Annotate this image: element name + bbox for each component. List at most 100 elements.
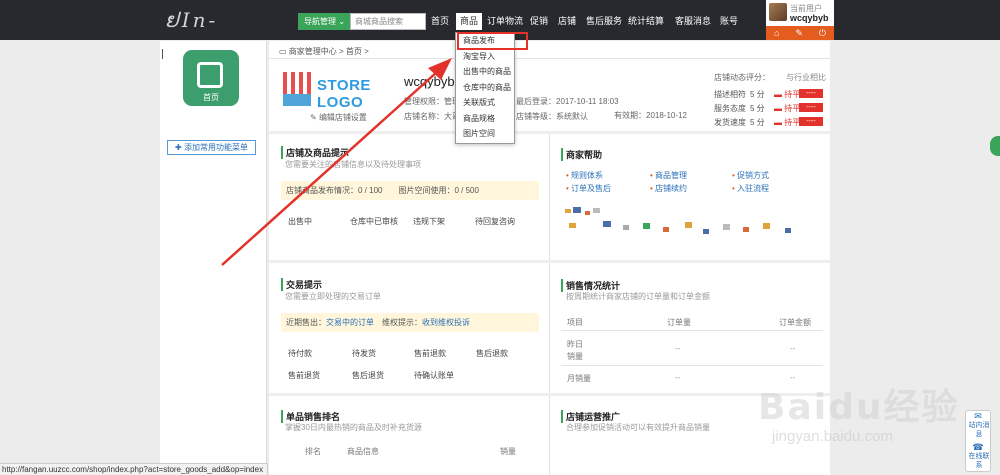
add-menu-label: 添加常用功能菜单 bbox=[183, 143, 248, 152]
table-cell: -- bbox=[675, 373, 681, 382]
rating-box: ---- bbox=[799, 117, 823, 126]
user-name[interactable]: wcqybyb bbox=[790, 13, 829, 23]
home-shortcut[interactable]: 首页 bbox=[183, 50, 239, 106]
help-link[interactable]: • 店铺续约 bbox=[650, 183, 687, 194]
dropdown-item-spec[interactable]: 商品规格 bbox=[456, 111, 514, 127]
complaints-link[interactable]: 收到维权投诉 bbox=[422, 318, 470, 327]
store-tips-title: 店铺及商品提示 bbox=[281, 146, 349, 159]
trade-item[interactable]: 售前退货 bbox=[288, 370, 320, 381]
menu-orders[interactable]: 订单物流 bbox=[487, 13, 523, 30]
breadcrumb-text[interactable]: 商家管理中心 > 首页 > bbox=[289, 47, 369, 56]
side-tab[interactable] bbox=[990, 136, 1000, 156]
highlight-box bbox=[457, 32, 528, 50]
status-item[interactable]: 仓库中已审核 bbox=[350, 216, 398, 227]
site-logo[interactable]: ຢIn- bbox=[165, 8, 218, 32]
trade-item[interactable]: 待付款 bbox=[288, 348, 312, 359]
site-message-link[interactable]: 站内消息 bbox=[966, 421, 992, 439]
dropdown-item-on-sale[interactable]: 出售中的商品 bbox=[456, 64, 514, 80]
rating-box: ---- bbox=[799, 89, 823, 98]
wrench-icon[interactable]: ✎ bbox=[795, 28, 803, 39]
message-icon: ✉ bbox=[974, 411, 982, 421]
menu-promotion[interactable]: 促销 bbox=[530, 13, 548, 30]
add-menu-button[interactable]: ✚ 添加常用功能菜单 bbox=[167, 140, 256, 155]
help-title: 商家帮助 bbox=[561, 148, 602, 161]
menu-account[interactable]: 账号 bbox=[720, 13, 738, 30]
menu-service[interactable]: 客服消息 bbox=[675, 13, 711, 30]
edit-store-link[interactable]: ✎ 编辑店铺设置 bbox=[310, 112, 367, 123]
help-link[interactable]: • 规则体系 bbox=[566, 170, 603, 181]
last-login: 最后登录：2017-10-11 18:03 bbox=[516, 97, 619, 106]
trade-item[interactable]: 待发货 bbox=[352, 348, 376, 359]
search-input[interactable]: 商城商品搜索 bbox=[350, 13, 426, 30]
status-item[interactable]: 待回复咨询 bbox=[475, 216, 515, 227]
rating-score: 5 分 bbox=[750, 104, 765, 113]
rating-label: 发货速度 bbox=[714, 118, 746, 127]
ratings-compare: 与行业相比 bbox=[786, 73, 826, 82]
store-icon bbox=[283, 72, 311, 106]
dropdown-item-image-space[interactable]: 图片空间 bbox=[456, 126, 514, 142]
column-divider bbox=[549, 263, 550, 393]
table-cell: 昨日销量 bbox=[567, 340, 583, 361]
menu-aftersale[interactable]: 售后服务 bbox=[586, 13, 622, 30]
help-link[interactable]: • 促销方式 bbox=[732, 170, 769, 181]
chat-icon: ☎ bbox=[972, 442, 984, 452]
store-grade: 店铺等级：系统默认 bbox=[516, 112, 588, 121]
rating-trend: ▬ 持平 bbox=[774, 104, 801, 113]
table-header: 销量 bbox=[500, 447, 516, 456]
trade-item[interactable]: 售后退货 bbox=[352, 370, 384, 381]
browser-status-bar: http://fangan.uuzcc.com/shop/index.php?a… bbox=[0, 463, 268, 475]
table-cell: -- bbox=[790, 344, 796, 353]
watermark-url: jingyan.baidu.com bbox=[772, 428, 893, 445]
menu-store[interactable]: 店铺 bbox=[558, 13, 576, 30]
dropdown-item-linked-format[interactable]: 关联版式 bbox=[456, 95, 514, 111]
table-header: 订单量 bbox=[667, 318, 691, 327]
side-contact-widget: ✉ 站内消息 ☎ 在线联系 bbox=[965, 410, 991, 472]
help-link[interactable]: • 订单及售后 bbox=[566, 183, 611, 194]
home-shortcut-label: 首页 bbox=[203, 93, 219, 102]
divider bbox=[269, 58, 830, 59]
store-expire: 有效期：2018-10-12 bbox=[614, 111, 687, 120]
breadcrumb: ▭ 商家管理中心 > 首页 > bbox=[279, 46, 369, 57]
dropdown-item-warehouse[interactable]: 仓库中的商品 bbox=[456, 80, 514, 96]
rating-label: 服务态度 bbox=[714, 104, 746, 113]
store-usage-bar: 店铺商品发布情况：0 / 100 图片空间使用：0 / 500 bbox=[281, 181, 539, 200]
store-tips-subtitle: 您需要关注的店铺信息以及待处理事项 bbox=[285, 160, 421, 169]
store-logo-text: STORE LOGO bbox=[317, 77, 371, 111]
recent-sold-label: 近期售出： bbox=[286, 318, 326, 327]
menu-goods[interactable]: 商品 bbox=[456, 13, 483, 30]
logout-icon[interactable]: ⏻ bbox=[819, 28, 826, 39]
divider bbox=[561, 365, 823, 366]
rating-trend-text: 持平 bbox=[784, 118, 801, 127]
table-header: 订单金额 bbox=[779, 318, 811, 327]
rating-trend: ▬ 持平 bbox=[774, 118, 801, 127]
home-icon[interactable]: ⌂ bbox=[774, 28, 779, 38]
table-header: 商品信息 bbox=[347, 447, 379, 456]
rating-trend-text: 持平 bbox=[784, 104, 801, 113]
menu-statistics[interactable]: 统计结算 bbox=[628, 13, 664, 30]
nav-manage-button[interactable]: 导航管理 ⌄ bbox=[298, 13, 350, 30]
dropdown-item-taobao-import[interactable]: 淘宝导入 bbox=[456, 49, 514, 65]
edit-store-label: 编辑店铺设置 bbox=[318, 113, 367, 122]
trade-item[interactable]: 售后退款 bbox=[476, 348, 508, 359]
user-actions: ⌂ ✎ ⏻ bbox=[766, 26, 834, 40]
rating-score: 5 分 bbox=[750, 90, 765, 99]
trading-orders-link[interactable]: 交易中的订单 bbox=[326, 318, 374, 327]
trade-item[interactable]: 待确认账单 bbox=[414, 370, 454, 381]
left-panel bbox=[160, 41, 267, 475]
rating-label: 描述相符 bbox=[714, 90, 746, 99]
trade-item[interactable]: 售前退款 bbox=[414, 348, 446, 359]
avatar[interactable] bbox=[769, 3, 787, 21]
trade-title: 交易提示 bbox=[281, 278, 322, 291]
help-link[interactable]: • 入驻流程 bbox=[732, 183, 769, 194]
menu-home[interactable]: 首页 bbox=[431, 13, 449, 30]
online-contact-link[interactable]: 在线联系 bbox=[966, 452, 992, 470]
rights-label: 维权提示： bbox=[382, 318, 422, 327]
rating-trend: ▬ 持平 bbox=[774, 90, 801, 99]
status-item[interactable]: 出售中 bbox=[288, 216, 312, 227]
trade-subtitle: 您需要立即处理的交易订单 bbox=[285, 292, 381, 301]
help-link[interactable]: • 商品管理 bbox=[650, 170, 687, 181]
ratings-title: 店铺动态评分： bbox=[714, 73, 770, 82]
store-permission: 管理权限：管理 bbox=[404, 97, 460, 106]
plus-icon: ✚ bbox=[175, 143, 184, 152]
status-item[interactable]: 违规下架 bbox=[413, 216, 445, 227]
